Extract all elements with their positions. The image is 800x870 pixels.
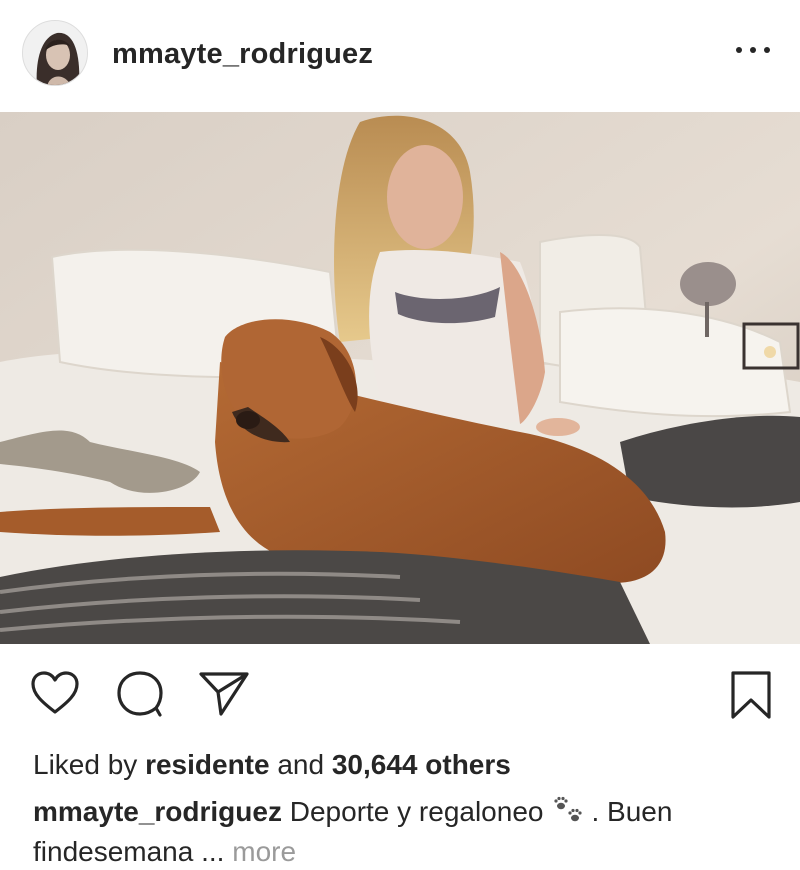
likes-summary: Liked by residente and 30,644 others [33, 748, 511, 782]
paw-prints-icon [551, 795, 585, 834]
more-options-button[interactable] [736, 40, 770, 60]
post-photo[interactable] [0, 112, 800, 644]
post-actions [0, 644, 800, 744]
caption-more-link[interactable]: more [232, 836, 296, 867]
liked-by-user[interactable]: residente [145, 749, 270, 780]
heart-icon [31, 671, 79, 714]
comment-button[interactable] [116, 670, 166, 718]
likes-count[interactable]: 30,644 others [332, 749, 511, 780]
avatar[interactable] [22, 20, 88, 86]
caption-ellipsis: ... [201, 836, 225, 867]
bookmark-icon [731, 671, 771, 719]
save-button[interactable] [730, 670, 772, 720]
share-icon [199, 672, 249, 716]
caption-text: Deporte y regaloneo [289, 796, 544, 827]
post-caption: mmayte_rodriguez Deporte y regaloneo . B… [33, 794, 773, 870]
caption-username[interactable]: mmayte_rodriguez [33, 796, 282, 827]
like-button[interactable] [30, 670, 80, 716]
likes-prefix: Liked by [33, 749, 138, 780]
post-header: mmayte_rodriguez [0, 0, 800, 112]
comment-icon [117, 671, 163, 717]
post-username[interactable]: mmayte_rodriguez [112, 38, 373, 71]
likes-conjunction: and [277, 749, 325, 780]
more-horizontal-icon [736, 47, 742, 53]
share-button[interactable] [198, 670, 250, 718]
